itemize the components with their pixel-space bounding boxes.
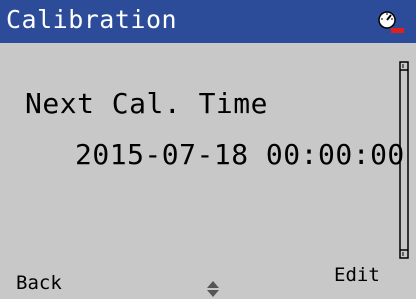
next-cal-time-value[interactable]: 2015-07-18 00:00:00 [75, 138, 405, 171]
scrollbar[interactable] [399, 61, 409, 259]
page-title: Calibration [6, 5, 178, 34]
next-cal-time-label: Next Cal. Time [25, 87, 269, 120]
gauge-alarm-icon [378, 11, 404, 33]
edit-softkey[interactable]: Edit [334, 264, 380, 286]
back-softkey[interactable]: Back [16, 272, 62, 294]
title-bar: Calibration [0, 0, 416, 43]
up-down-arrows-icon [207, 281, 219, 297]
